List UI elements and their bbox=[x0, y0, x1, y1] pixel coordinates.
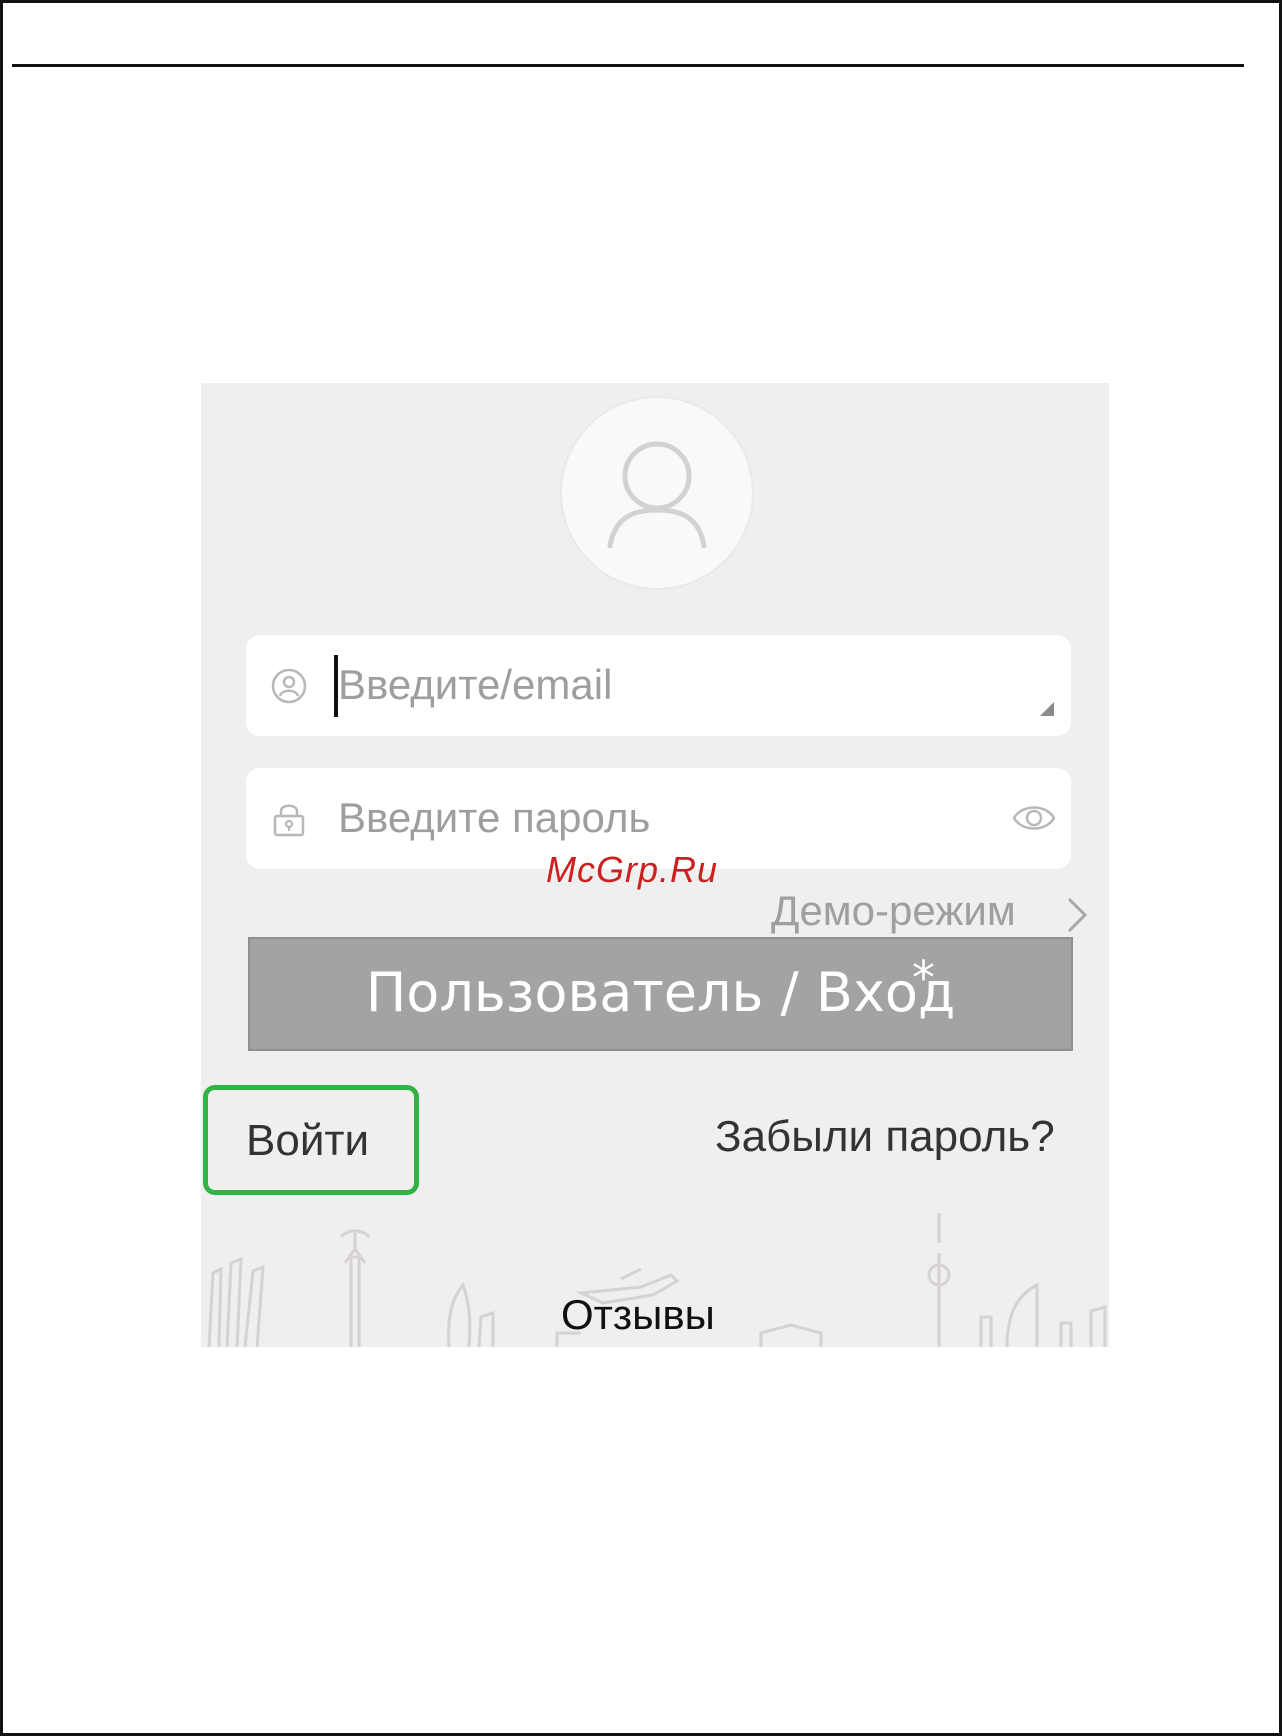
user-circle-icon bbox=[270, 667, 308, 710]
banner-asterisk: * bbox=[912, 951, 935, 1005]
username-input[interactable]: Введите/email bbox=[338, 657, 612, 713]
avatar bbox=[562, 398, 752, 588]
demo-mode-link[interactable]: Демо-режим bbox=[771, 881, 1088, 941]
account-dropdown-icon[interactable] bbox=[1040, 702, 1054, 716]
password-input[interactable]: Введите пароль bbox=[338, 790, 650, 846]
signin-label: Войти bbox=[246, 1116, 370, 1165]
header-rule bbox=[12, 64, 1244, 67]
eye-icon[interactable] bbox=[1012, 800, 1056, 841]
login-screen: Введите/email Введите пароль McGrp.Ru Де… bbox=[201, 383, 1109, 1347]
signin-button[interactable]: Войти bbox=[203, 1085, 419, 1195]
forgot-password-link[interactable]: Забыли пароль? bbox=[715, 1109, 1055, 1165]
reviews-link[interactable]: Отзывы bbox=[561, 1287, 715, 1343]
username-field[interactable]: Введите/email bbox=[246, 635, 1071, 736]
demo-mode-label: Демо-режим bbox=[771, 887, 1016, 934]
banner-label: Пользователь / Вход bbox=[365, 961, 956, 1024]
user-login-banner: Пользователь / Вход * bbox=[248, 937, 1073, 1051]
user-avatar-icon bbox=[607, 441, 707, 548]
lock-icon bbox=[270, 800, 308, 843]
watermark: McGrp.Ru bbox=[546, 849, 719, 890]
